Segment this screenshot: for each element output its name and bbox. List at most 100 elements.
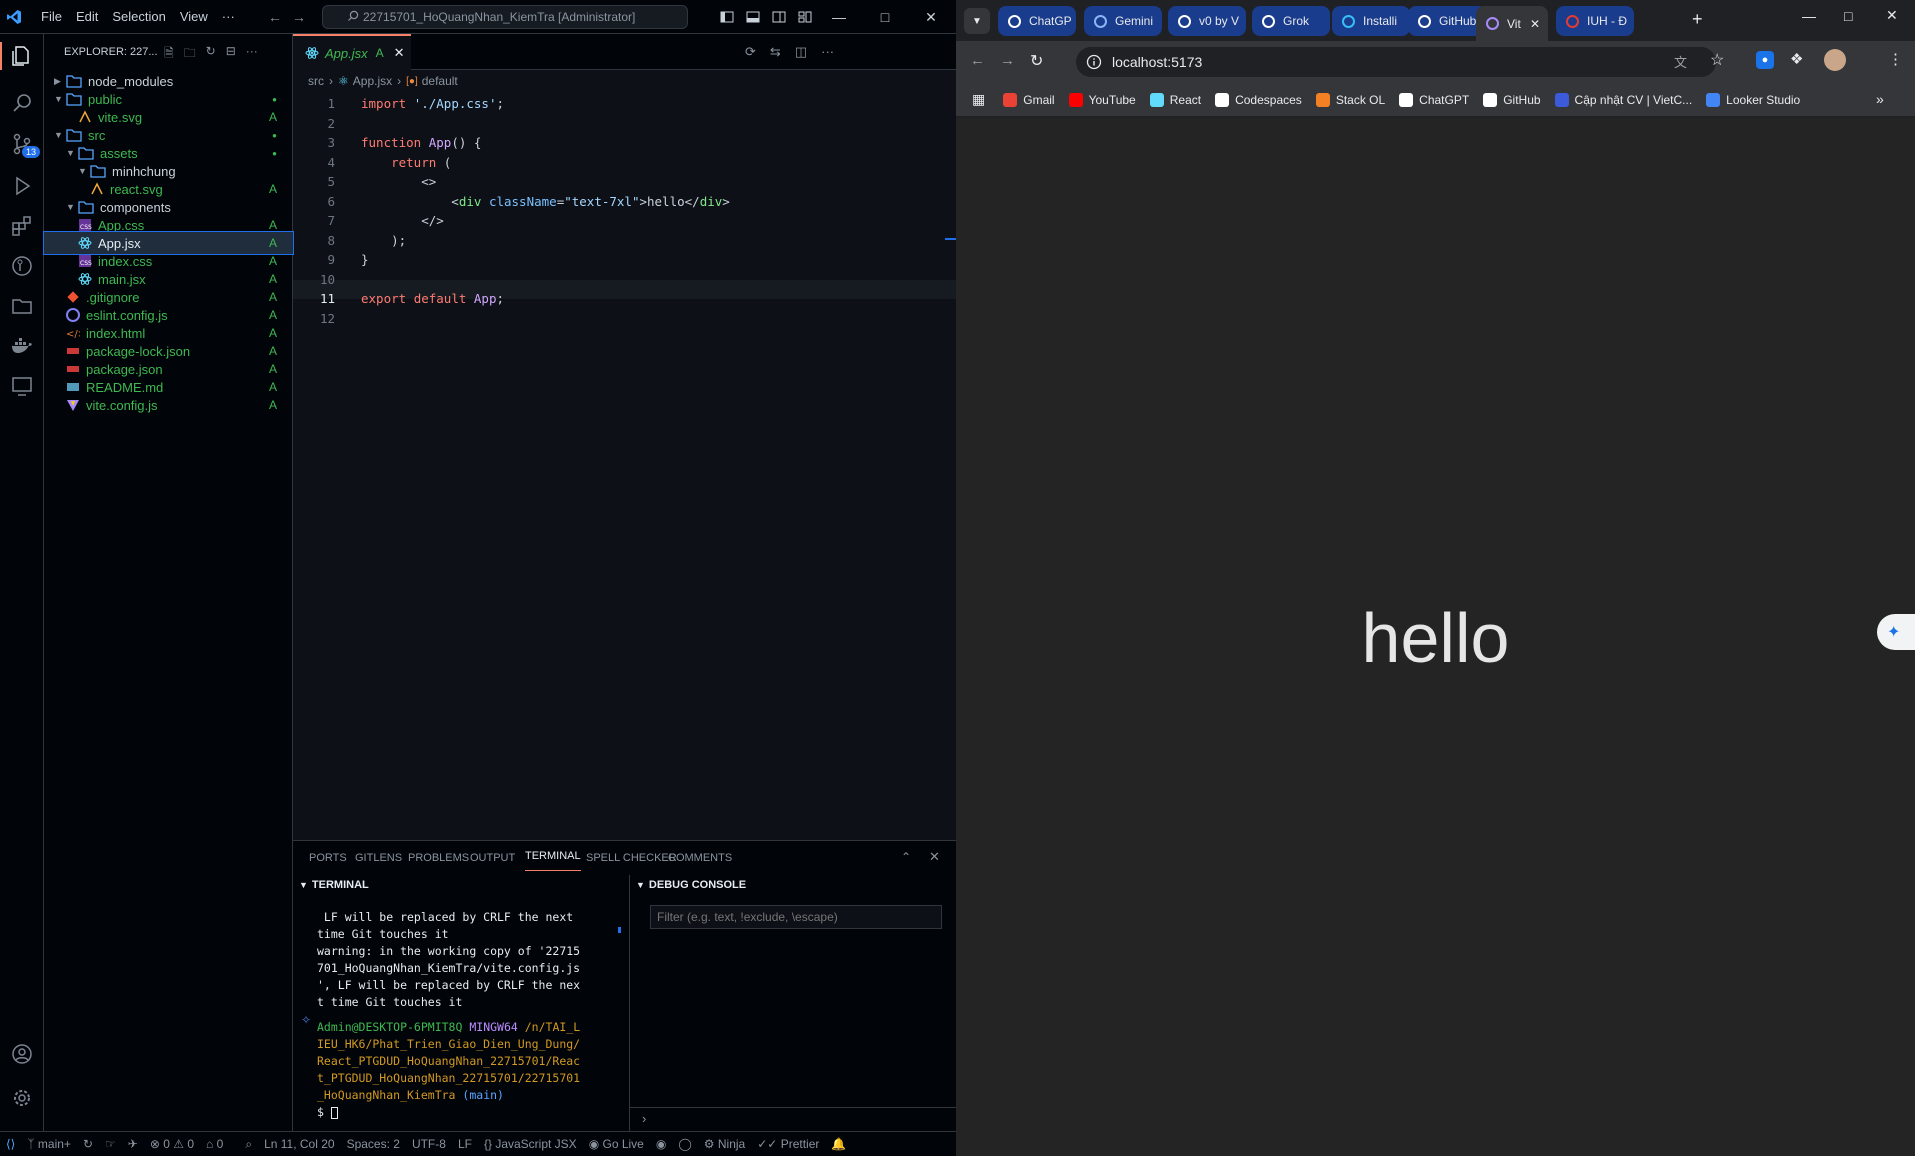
liveshare-icon[interactable]: ☞	[99, 1137, 122, 1151]
panel-tab[interactable]: TERMINAL	[525, 841, 581, 871]
docker-icon[interactable]	[6, 330, 38, 362]
collapse-all-icon[interactable]: ⊟	[226, 44, 236, 65]
forward-arrow-icon[interactable]: →	[1000, 52, 1015, 69]
maximize-icon[interactable]: □	[1844, 8, 1852, 24]
extension-drop-icon[interactable]: ●	[1756, 51, 1774, 69]
menu-item[interactable]: File	[34, 9, 69, 24]
editor-more-icon[interactable]: ···	[821, 44, 834, 60]
back-arrow-icon[interactable]: ←	[268, 9, 282, 25]
remote-explorer-icon[interactable]	[6, 370, 38, 402]
translate-icon[interactable]: 文	[1674, 52, 1687, 71]
toggle-primary-sidebar-icon[interactable]	[720, 10, 734, 24]
browser-tab[interactable]: GitHub	[1408, 6, 1486, 36]
panel-tab[interactable]: COMMENTS	[668, 841, 732, 875]
panel-tab[interactable]: PROBLEMS	[408, 841, 469, 875]
bookmark[interactable]: YouTube	[1068, 92, 1136, 107]
bookmark[interactable]: Gmail	[1003, 92, 1055, 107]
breadcrumb-symbol[interactable]: default	[422, 74, 458, 88]
browser-tab[interactable]: Grok	[1252, 6, 1330, 36]
close-window-icon[interactable]: ✕	[1886, 7, 1898, 24]
browser-tab[interactable]: ChatGP	[998, 6, 1076, 36]
code-editor[interactable]: 1 import './App.css'; 2 3 function App() {4 …	[293, 92, 956, 840]
gitlens-status-icon[interactable]: ◯	[672, 1137, 697, 1151]
menu-item[interactable]: Selection	[105, 9, 172, 24]
menu-item[interactable]: ···	[215, 9, 242, 24]
breadcrumb-file[interactable]: App.jsx	[353, 74, 392, 88]
close-panel-icon[interactable]: ✕	[929, 849, 940, 865]
toggle-panel-icon[interactable]	[746, 10, 760, 24]
minimize-icon[interactable]: —	[816, 0, 862, 34]
profile-avatar[interactable]	[1824, 49, 1846, 71]
minimize-icon[interactable]: —	[1802, 8, 1816, 24]
back-arrow-icon[interactable]: ←	[970, 52, 985, 69]
chrome-menu-icon[interactable]: ⋮	[1888, 50, 1903, 68]
remote-indicator-icon[interactable]: ⟨⟩	[0, 1137, 21, 1151]
project-manager-icon[interactable]	[6, 290, 38, 322]
search-view-icon[interactable]	[6, 88, 38, 120]
accounts-icon[interactable]	[6, 1038, 38, 1070]
toggle-secondary-sidebar-icon[interactable]	[772, 10, 786, 24]
eol[interactable]: LF	[452, 1137, 478, 1151]
new-folder-icon[interactable]: 🗀	[184, 44, 196, 65]
browser-tab[interactable]: Vit ✕	[1476, 6, 1548, 41]
bookmark-star-icon[interactable]: ☆	[1710, 50, 1724, 70]
tree-item[interactable]: vite.config.js A	[44, 394, 293, 416]
browser-tab[interactable]: v0 by V	[1168, 6, 1246, 36]
problems-indicator[interactable]: ⊗ 0 ⚠ 0	[144, 1137, 200, 1151]
panel-tab[interactable]: SPELL CHECKER	[586, 841, 677, 875]
forward-arrow-icon[interactable]: →	[292, 9, 306, 25]
ports-indicator[interactable]: ⌂ 0	[200, 1137, 229, 1151]
bookmark[interactable]: GitHub	[1483, 92, 1541, 107]
bookmark[interactable]: ChatGPT	[1399, 92, 1469, 107]
cursor-position[interactable]: Ln 11, Col 20	[258, 1137, 341, 1151]
copilot-icon[interactable]: ◉	[650, 1137, 672, 1151]
panel-tab[interactable]: PORTS	[309, 841, 347, 875]
prettier[interactable]: ✓✓ Prettier	[751, 1137, 825, 1151]
command-center-search[interactable]: 22715701_HoQuangNhan_KiemTra [Administra…	[322, 5, 688, 29]
tab-app-jsx[interactable]: App.jsx A ✕	[293, 34, 411, 70]
sync-icon[interactable]: ↻	[77, 1137, 99, 1151]
bookmark[interactable]: React	[1149, 92, 1201, 107]
timeline-icon[interactable]: ⟳	[745, 44, 756, 60]
extensions-puzzle-icon[interactable]: ❖	[1790, 50, 1803, 68]
browser-tab[interactable]: IUH - Đ	[1556, 6, 1634, 36]
indentation[interactable]: Spaces: 2	[341, 1137, 406, 1151]
reload-icon[interactable]: ↻	[1030, 51, 1043, 71]
customize-layout-icon[interactable]	[798, 10, 812, 24]
browser-tab[interactable]: Gemini	[1084, 6, 1162, 36]
publish-icon[interactable]: ✈	[122, 1137, 144, 1151]
terminal-output[interactable]: LF will be replaced by CRLF the next time…	[317, 909, 580, 1121]
explorer-icon[interactable]	[6, 40, 38, 72]
apps-grid-icon[interactable]: ▦	[972, 91, 985, 108]
encoding[interactable]: UTF-8	[406, 1137, 452, 1151]
refresh-icon[interactable]: ↻	[206, 44, 216, 65]
close-tab-icon[interactable]: ✕	[1530, 17, 1540, 31]
source-control-icon[interactable]: 13	[6, 128, 41, 160]
menu-item[interactable]: Edit	[69, 9, 105, 24]
git-branch[interactable]: ᛉ main+	[21, 1137, 77, 1151]
close-tab-icon[interactable]: ✕	[394, 45, 405, 61]
bookmark[interactable]: Looker Studio	[1706, 92, 1800, 107]
run-debug-icon[interactable]	[6, 170, 38, 202]
bookmark[interactable]: Codespaces	[1215, 92, 1302, 107]
debug-input-chevron-icon[interactable]: ›	[630, 1107, 956, 1132]
close-window-icon[interactable]: ✕	[908, 0, 954, 34]
menu-item[interactable]: View	[173, 9, 215, 24]
site-info-icon[interactable]	[1086, 54, 1102, 70]
new-tab-plus-icon[interactable]: +	[1692, 9, 1703, 30]
new-file-icon[interactable]: 🗎	[164, 44, 174, 65]
split-editor-icon[interactable]: ◫	[795, 44, 807, 60]
gitlens-icon[interactable]	[6, 250, 38, 282]
go-live[interactable]: ◉ Go Live	[583, 1137, 650, 1151]
ninja[interactable]: ⚙ Ninja	[698, 1137, 751, 1151]
breadcrumb-src[interactable]: src	[308, 74, 324, 88]
address-bar[interactable]: localhost:5173	[1076, 47, 1716, 77]
bookmark[interactable]: Cập nhật CV | VietC...	[1554, 92, 1692, 107]
tab-search-chevron-icon[interactable]: ▼	[964, 8, 990, 34]
more-bookmarks-chevron-icon[interactable]: »	[1876, 91, 1884, 107]
more-actions-icon[interactable]: ···	[246, 44, 258, 65]
extensions-icon[interactable]	[6, 210, 38, 242]
maximize-icon[interactable]: □	[862, 0, 908, 34]
notifications-bell-icon[interactable]: 🔔	[825, 1137, 852, 1151]
terminal-input-line[interactable]: $	[317, 1104, 580, 1121]
